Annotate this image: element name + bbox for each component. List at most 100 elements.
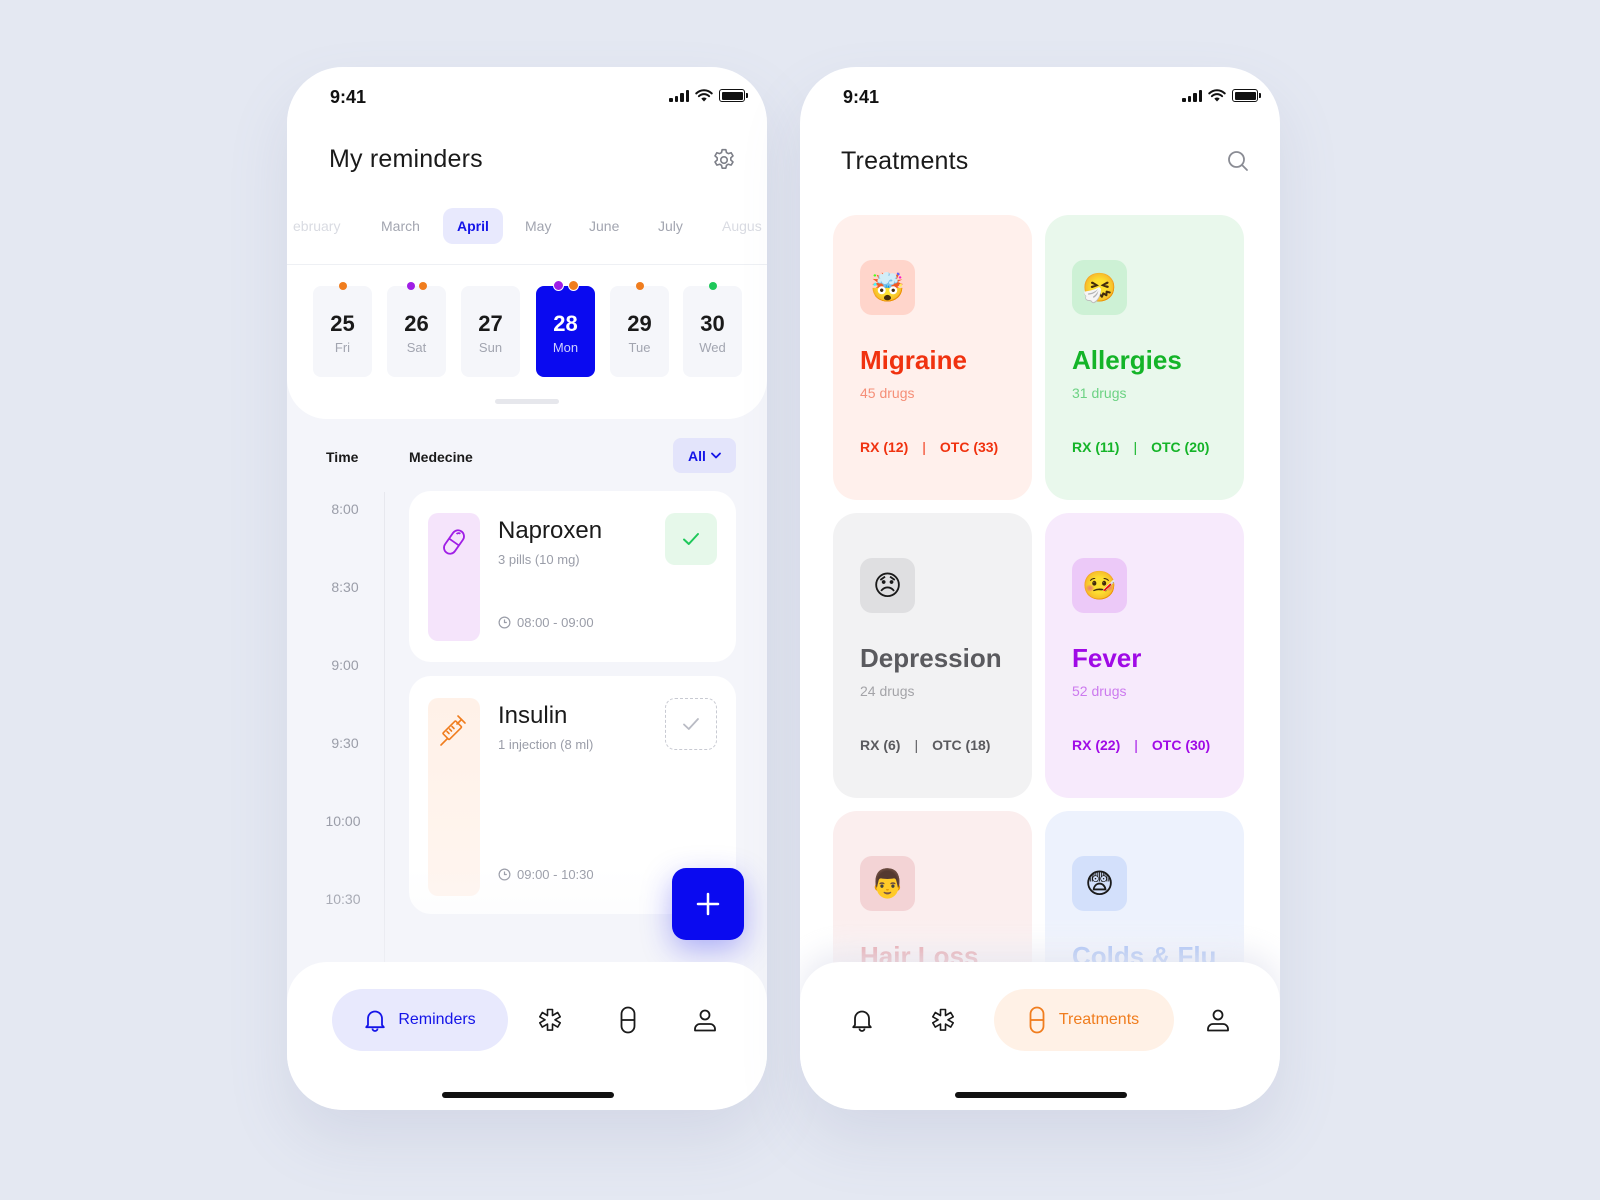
drug-count: 45 drugs [860, 385, 915, 401]
wifi-icon [1208, 89, 1226, 102]
bell-icon [365, 1010, 386, 1032]
search-button[interactable] [1224, 147, 1252, 175]
treatment-name: Fever [1072, 643, 1142, 673]
treatment-card-migraine[interactable]: 🤯 Migraine 45 drugs RX (12) | OTC (33) [833, 215, 1032, 500]
tab-treatments[interactable]: Treatments [994, 989, 1174, 1051]
tab-reminders[interactable] [846, 989, 878, 1051]
add-reminder-button[interactable] [672, 868, 744, 940]
filter-dropdown[interactable]: All [673, 438, 736, 473]
separator: | [922, 439, 926, 455]
mark-taken-checkbox[interactable] [665, 513, 717, 565]
month-march[interactable]: March [367, 208, 434, 244]
rx-otc-breakdown: RX (11) | OTC (20) [1072, 439, 1209, 455]
drug-count: 52 drugs [1072, 683, 1127, 699]
medication-time-range: 08:00 - 09:00 [517, 615, 594, 630]
reminder-dots [536, 280, 595, 291]
filter-label: All [688, 447, 706, 464]
month-august[interactable]: Augus [708, 208, 767, 244]
status-icons [669, 89, 748, 102]
treatment-emoji-icon: 🤒 [1072, 558, 1127, 613]
reminder-dot [338, 282, 347, 290]
status-bar: 9:41 [287, 67, 767, 127]
tab-label: Treatments [1058, 1011, 1140, 1028]
drag-handle[interactable] [495, 399, 559, 404]
clock-icon [498, 868, 511, 881]
divider [287, 264, 767, 265]
time-slot: 8:30 [331, 579, 359, 595]
treatment-card-allergies[interactable]: 🤧 Allergies 31 drugs RX (11) | OTC (20) [1045, 215, 1244, 500]
capsule-icon [1029, 1006, 1045, 1034]
treatment-card-fever[interactable]: 🤒 Fever 52 drugs RX (22) | OTC (30) [1045, 513, 1244, 798]
otc-count: OTC (33) [939, 439, 999, 455]
month-february[interactable]: ebruary [287, 208, 354, 244]
rx-count: RX (6) [860, 737, 901, 753]
otc-count: OTC (20) [1151, 439, 1210, 455]
day-of-week: Sun [478, 340, 503, 355]
tab-profile[interactable] [1202, 989, 1234, 1051]
medication-card-naproxen[interactable]: Naproxen 3 pills (10 mg) 08:00 - 09:00 [409, 491, 736, 662]
separator: | [1133, 439, 1138, 455]
battery-icon [1232, 89, 1261, 102]
otc-count: OTC (18) [932, 737, 991, 753]
reminder-dots [683, 282, 742, 290]
treatment-emoji-icon: 😞 [860, 558, 915, 613]
separator: | [1134, 737, 1138, 753]
day-of-week: Tue [628, 340, 651, 355]
treatment-emoji-icon: 🤯 [860, 260, 915, 315]
day-number: 28 [553, 311, 578, 336]
status-icons [1182, 89, 1261, 102]
search-icon [1228, 151, 1248, 171]
treatment-name: Allergies [1072, 345, 1182, 375]
reminders-header-panel: 9:41 My reminders ebruary March April Ma… [287, 67, 767, 419]
day-29[interactable]: 29 Tue [610, 282, 669, 377]
checkmark-icon [683, 533, 699, 545]
treatment-emoji-icon: 👨 [860, 856, 915, 911]
rx-otc-breakdown: RX (12) | OTC (33) [860, 439, 998, 455]
tab-health[interactable] [534, 989, 566, 1051]
status-time: 9:41 [330, 87, 367, 107]
month-april[interactable]: April [443, 208, 503, 244]
day-25[interactable]: 25 Fri [313, 282, 372, 377]
rx-count: RX (11) [1072, 439, 1120, 455]
medication-time: 08:00 - 09:00 [498, 615, 594, 630]
day-26[interactable]: 26 Sat [387, 282, 446, 377]
day-27[interactable]: 27 Sun [461, 286, 520, 377]
month-may[interactable]: May [511, 208, 565, 244]
treatment-card-depression[interactable]: 😞 Depression 24 drugs RX (6) | OTC (18) [833, 513, 1032, 798]
status-time: 9:41 [843, 87, 880, 107]
reminder-dots [387, 282, 446, 290]
user-icon [694, 1009, 716, 1032]
gear-icon [714, 148, 734, 169]
month-july[interactable]: July [644, 208, 697, 244]
drug-count: 31 drugs [1072, 385, 1127, 401]
time-slot: 9:00 [331, 657, 359, 673]
tab-reminders[interactable]: Reminders [332, 989, 508, 1051]
medication-time-range: 09:00 - 10:30 [517, 867, 594, 882]
clock-icon [498, 616, 511, 629]
otc-count: OTC (30) [1151, 737, 1211, 753]
asterisk-icon [932, 1008, 954, 1031]
tab-treatments[interactable] [612, 989, 644, 1051]
tab-label: Reminders [398, 1011, 476, 1028]
treatments-screen: 9:41 Treatments 🤯 Migraine 45 drugs RX (12)… [800, 67, 1280, 1110]
mark-taken-checkbox[interactable] [665, 698, 717, 750]
month-june[interactable]: June [575, 208, 633, 244]
settings-button[interactable] [710, 146, 738, 174]
medication-time: 09:00 - 10:30 [498, 867, 594, 882]
reminder-dots [313, 282, 372, 290]
treatment-emoji-icon: 🤧 [1072, 260, 1127, 315]
day-28[interactable]: 28 Mon [536, 280, 595, 377]
time-slot: 10:30 [325, 891, 361, 907]
page-title: Treatments [841, 147, 969, 175]
day-number: 27 [478, 311, 503, 336]
reminder-dot [567, 280, 579, 291]
time-slot: 10:00 [325, 813, 361, 829]
tab-profile[interactable] [689, 989, 721, 1051]
reminders-screen: 9:41 My reminders ebruary March April Ma… [287, 67, 767, 1110]
medication-dose: 3 pills (10 mg) [498, 552, 580, 567]
asterisk-icon [539, 1008, 561, 1031]
tab-health[interactable] [927, 989, 959, 1051]
rx-otc-breakdown: RX (22) | OTC (30) [1072, 737, 1210, 753]
medicine-column-header: Medecine [409, 449, 473, 465]
day-30[interactable]: 30 Wed [683, 282, 742, 377]
